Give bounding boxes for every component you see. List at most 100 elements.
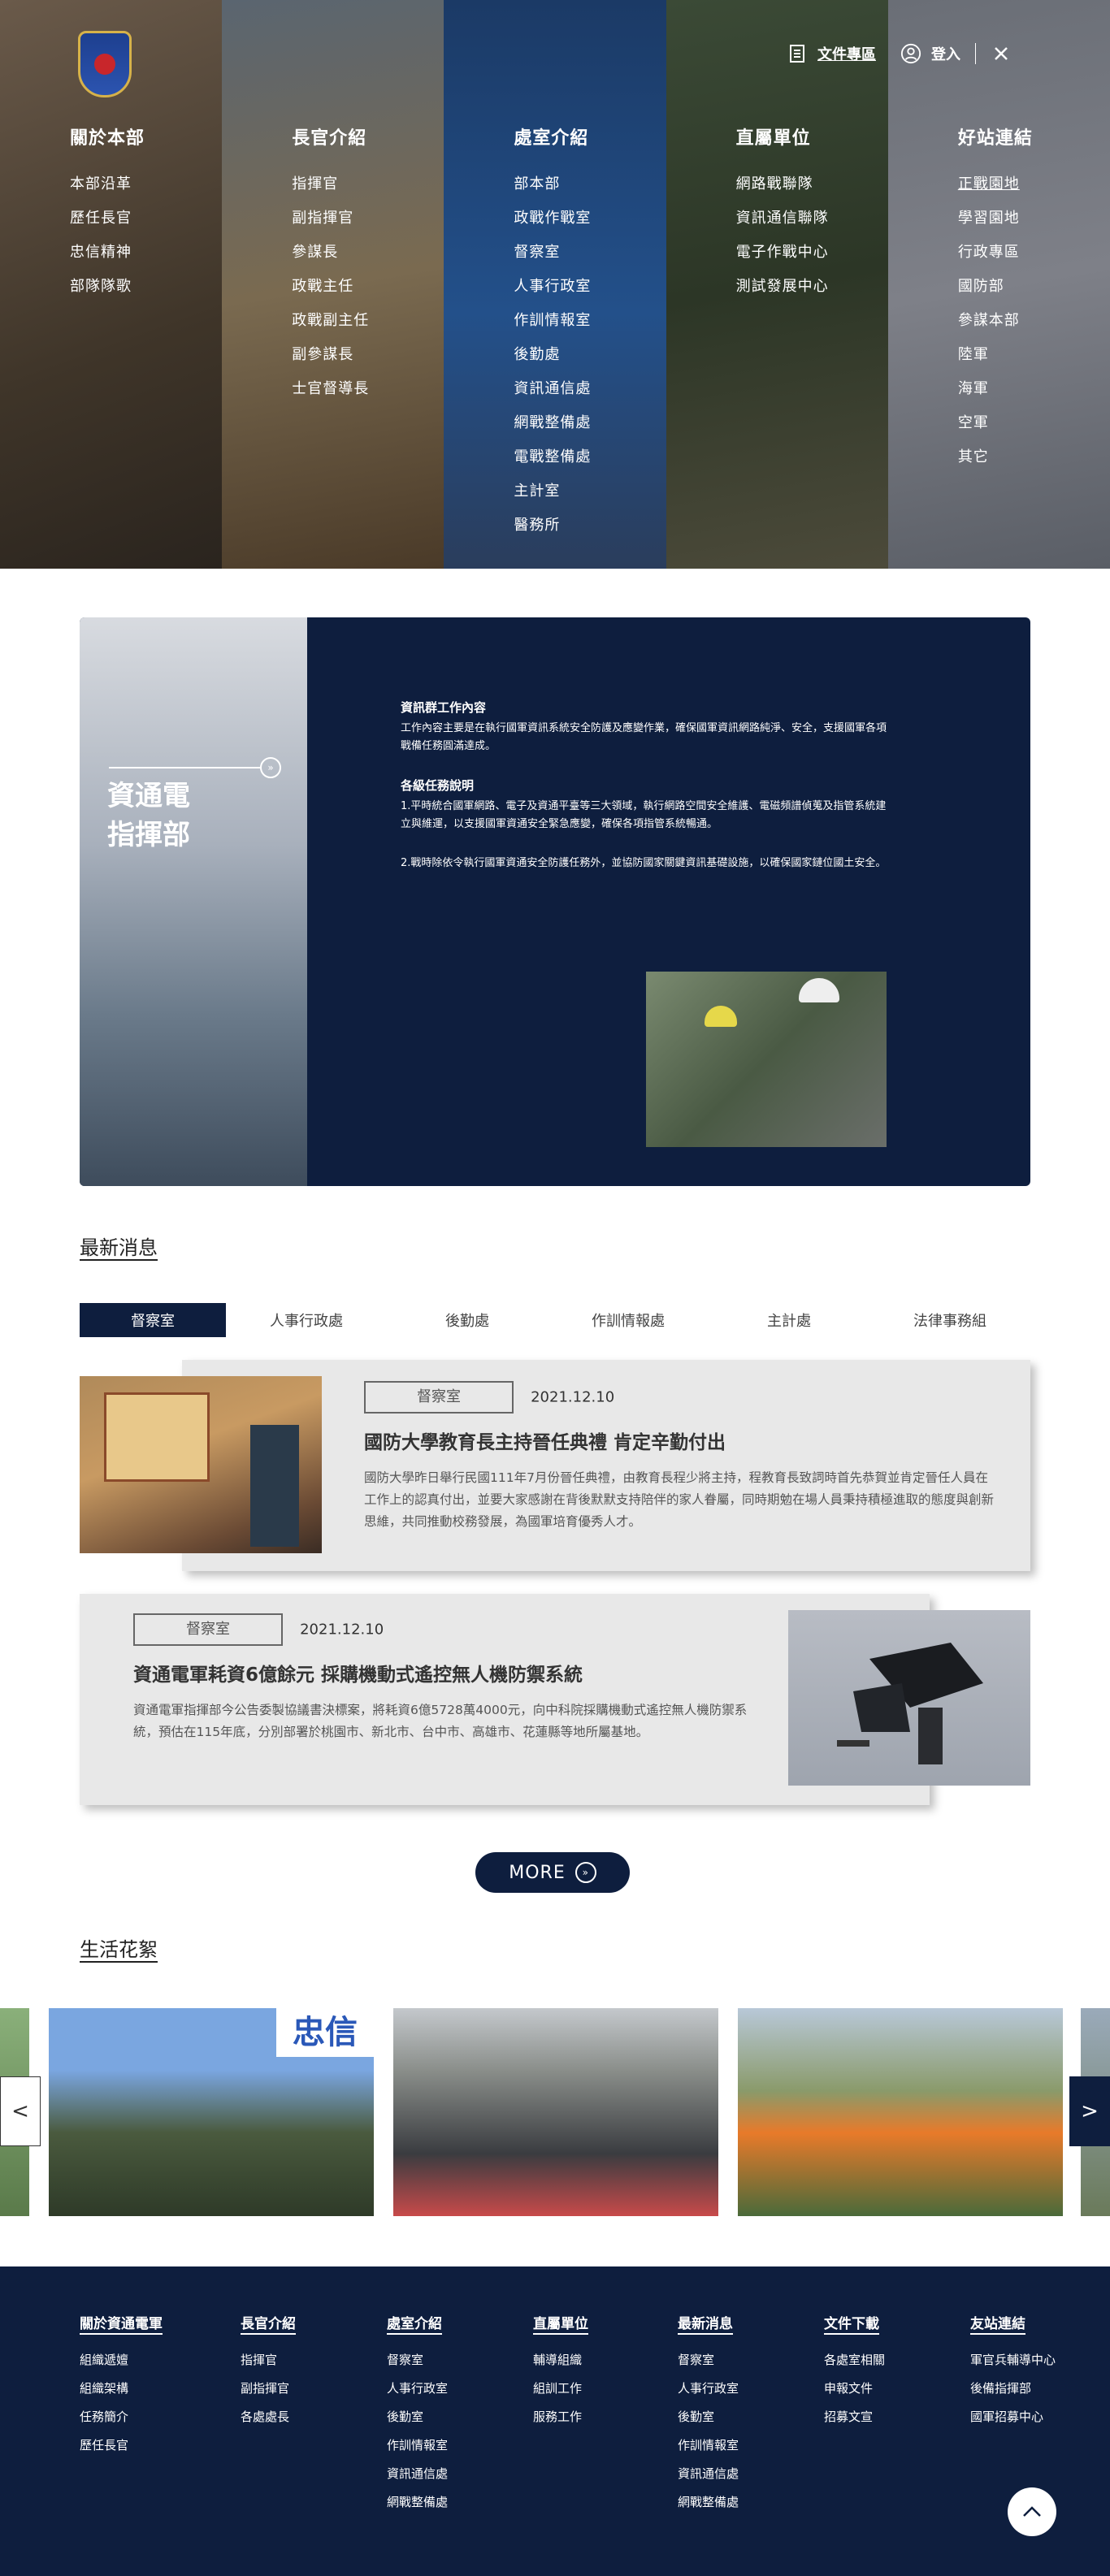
footer-link[interactable]: 後勤室 bbox=[387, 2403, 448, 2431]
footer-link[interactable]: 各處處長 bbox=[241, 2403, 296, 2431]
menu-item[interactable]: 副指揮官 bbox=[292, 201, 444, 236]
more-button[interactable]: MORE » bbox=[475, 1852, 630, 1893]
menu-item[interactable]: 電子作戰中心 bbox=[736, 236, 888, 270]
menu-item[interactable]: 本部沿革 bbox=[70, 167, 222, 201]
menu-item[interactable]: 副參謀長 bbox=[292, 338, 444, 372]
footer-link[interactable]: 資訊通信處 bbox=[678, 2460, 739, 2488]
menu-item[interactable]: 資訊通信聯隊 bbox=[736, 201, 888, 236]
footer-link[interactable]: 網戰整備處 bbox=[387, 2488, 448, 2517]
menu-title[interactable]: 長官介紹 bbox=[292, 123, 444, 149]
tab-training-intel[interactable]: 作訓情報處 bbox=[548, 1303, 709, 1337]
menu-item[interactable]: 學習園地 bbox=[958, 201, 1110, 236]
footer-link[interactable]: 輔導組織 bbox=[533, 2346, 588, 2375]
menu-item[interactable]: 行政專區 bbox=[958, 236, 1110, 270]
footer-link[interactable]: 人事行政室 bbox=[678, 2375, 739, 2403]
tab-logistics[interactable]: 後勤處 bbox=[387, 1303, 548, 1337]
menu-item[interactable]: 部本部 bbox=[514, 167, 666, 201]
footer-link[interactable]: 任務簡介 bbox=[80, 2403, 163, 2431]
footer-title[interactable]: 長官介紹 bbox=[241, 2312, 296, 2335]
menu-item[interactable]: 政戰主任 bbox=[292, 270, 444, 304]
menu-item[interactable]: 空軍 bbox=[958, 406, 1110, 440]
close-icon[interactable] bbox=[991, 42, 1012, 65]
menu-item[interactable]: 電戰整備處 bbox=[514, 440, 666, 474]
tab-accounting[interactable]: 主計處 bbox=[709, 1303, 869, 1337]
footer-link[interactable]: 申報文件 bbox=[824, 2375, 885, 2403]
tab-legal[interactable]: 法律事務組 bbox=[869, 1303, 1030, 1337]
menu-item[interactable]: 部隊隊歌 bbox=[70, 270, 222, 304]
footer-link[interactable]: 組訓工作 bbox=[533, 2375, 588, 2403]
menu-item[interactable]: 資訊通信處 bbox=[514, 372, 666, 406]
footer-link[interactable]: 指揮官 bbox=[241, 2346, 296, 2375]
menu-item[interactable]: 測試發展中心 bbox=[736, 270, 888, 304]
menu-item[interactable]: 政戰副主任 bbox=[292, 304, 444, 338]
menu-title[interactable]: 直屬單位 bbox=[736, 123, 888, 149]
command-photo[interactable]: » 資通電 指揮部 bbox=[80, 617, 307, 1186]
footer-link[interactable]: 後勤室 bbox=[678, 2403, 739, 2431]
footer-title[interactable]: 友站連結 bbox=[970, 2312, 1025, 2335]
tab-inspection[interactable]: 督察室 bbox=[80, 1303, 226, 1337]
news-title[interactable]: 資通電軍耗資6億餘元 採購機動式遙控無人機防禦系統 bbox=[133, 1659, 767, 1686]
document-icon[interactable] bbox=[787, 42, 808, 65]
chevron-right-double-icon[interactable]: » bbox=[260, 757, 281, 778]
menu-title[interactable]: 關於本部 bbox=[70, 123, 222, 149]
menu-item[interactable]: 士官督導長 bbox=[292, 372, 444, 406]
gallery-next-button[interactable]: > bbox=[1069, 2076, 1110, 2146]
gallery-photo[interactable] bbox=[738, 2008, 1063, 2216]
menu-item[interactable]: 督察室 bbox=[514, 236, 666, 270]
menu-item[interactable]: 參謀本部 bbox=[958, 304, 1110, 338]
gallery-photo[interactable] bbox=[393, 2008, 718, 2216]
news-title[interactable]: 國防大學教育長主持晉任典禮 肯定辛勤付出 bbox=[364, 1427, 998, 1454]
menu-item[interactable]: 主計室 bbox=[514, 474, 666, 509]
menu-item[interactable]: 網戰整備處 bbox=[514, 406, 666, 440]
footer-link[interactable]: 組織遞嬗 bbox=[80, 2346, 163, 2375]
footer-link[interactable]: 後備指揮部 bbox=[970, 2375, 1056, 2403]
user-icon[interactable] bbox=[900, 42, 921, 65]
footer-link[interactable]: 軍官兵輔導中心 bbox=[970, 2346, 1056, 2375]
emblem-logo[interactable] bbox=[78, 31, 132, 97]
footer-link[interactable]: 組織架構 bbox=[80, 2375, 163, 2403]
footer-title[interactable]: 文件下載 bbox=[824, 2312, 879, 2335]
news-photo[interactable] bbox=[80, 1376, 322, 1553]
footer-link[interactable]: 各處室相關 bbox=[824, 2346, 885, 2375]
footer-link[interactable]: 招募文宣 bbox=[824, 2403, 885, 2431]
footer-link[interactable]: 資訊通信處 bbox=[387, 2460, 448, 2488]
footer-title[interactable]: 處室介紹 bbox=[387, 2312, 442, 2335]
docs-link[interactable]: 文件專區 bbox=[817, 43, 876, 64]
footer-link[interactable]: 歷任長官 bbox=[80, 2431, 163, 2460]
footer-link[interactable]: 作訓情報室 bbox=[387, 2431, 448, 2460]
footer-title[interactable]: 直屬單位 bbox=[533, 2312, 588, 2335]
menu-item[interactable]: 政戰作戰室 bbox=[514, 201, 666, 236]
login-link[interactable]: 登入 bbox=[931, 43, 960, 64]
footer-title[interactable]: 關於資通電軍 bbox=[80, 2312, 163, 2335]
footer-link[interactable]: 網戰整備處 bbox=[678, 2488, 739, 2517]
footer-link[interactable]: 國軍招募中心 bbox=[970, 2403, 1056, 2431]
footer-link[interactable]: 督察室 bbox=[387, 2346, 448, 2375]
tab-personnel[interactable]: 人事行政處 bbox=[226, 1303, 387, 1337]
menu-item[interactable]: 正戰園地 bbox=[958, 167, 1110, 201]
footer-link[interactable]: 作訓情報室 bbox=[678, 2431, 739, 2460]
menu-item[interactable]: 國防部 bbox=[958, 270, 1110, 304]
menu-title[interactable]: 處室介紹 bbox=[514, 123, 666, 149]
menu-item[interactable]: 作訓情報室 bbox=[514, 304, 666, 338]
news-photo[interactable] bbox=[788, 1610, 1030, 1786]
footer-link[interactable]: 副指揮官 bbox=[241, 2375, 296, 2403]
menu-item[interactable]: 忠信精神 bbox=[70, 236, 222, 270]
menu-item[interactable]: 參謀長 bbox=[292, 236, 444, 270]
gallery-prev-button[interactable]: < bbox=[0, 2076, 41, 2146]
menu-item[interactable]: 陸軍 bbox=[958, 338, 1110, 372]
menu-title[interactable]: 好站連結 bbox=[958, 123, 1110, 149]
footer-title[interactable]: 最新消息 bbox=[678, 2312, 733, 2335]
menu-item[interactable]: 醫務所 bbox=[514, 509, 666, 543]
back-to-top-button[interactable] bbox=[1008, 2487, 1056, 2536]
menu-item[interactable]: 歷任長官 bbox=[70, 201, 222, 236]
gallery-photo[interactable]: 忠信 bbox=[49, 2008, 374, 2216]
menu-item[interactable]: 其它 bbox=[958, 440, 1110, 474]
footer-link[interactable]: 督察室 bbox=[678, 2346, 739, 2375]
menu-item[interactable]: 指揮官 bbox=[292, 167, 444, 201]
menu-item[interactable]: 網路戰聯隊 bbox=[736, 167, 888, 201]
footer-link[interactable]: 人事行政室 bbox=[387, 2375, 448, 2403]
menu-item[interactable]: 海軍 bbox=[958, 372, 1110, 406]
menu-item[interactable]: 後勤處 bbox=[514, 338, 666, 372]
footer-link[interactable]: 服務工作 bbox=[533, 2403, 588, 2431]
menu-item[interactable]: 人事行政室 bbox=[514, 270, 666, 304]
